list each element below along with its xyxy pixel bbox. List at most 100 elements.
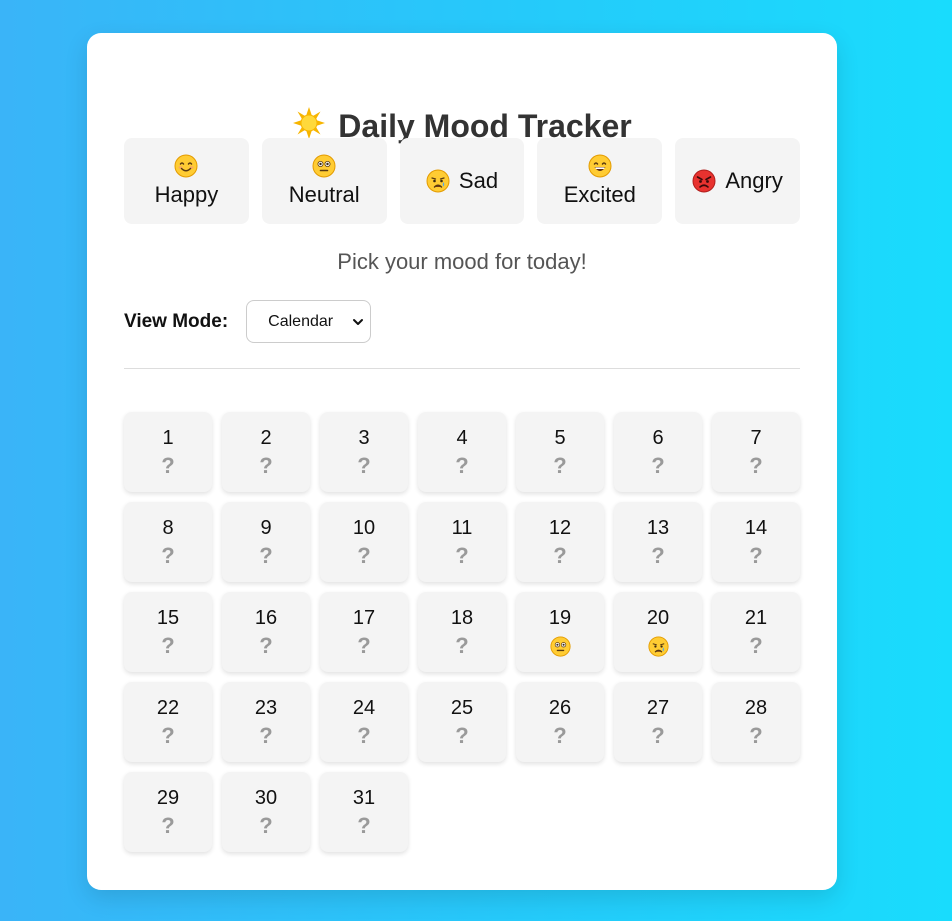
calendar-day[interactable]: 28? bbox=[712, 682, 800, 762]
smiling-face-icon bbox=[174, 154, 198, 178]
day-number: 28 bbox=[744, 697, 768, 719]
mood-button-happy[interactable]: Happy bbox=[124, 138, 249, 224]
mood-prompt: Pick your mood for today! bbox=[337, 249, 587, 274]
calendar-day[interactable]: 29? bbox=[124, 772, 212, 852]
calendar-day[interactable]: 3? bbox=[320, 412, 408, 492]
question-mark-icon: ? bbox=[651, 453, 665, 478]
calendar-day[interactable]: 31? bbox=[320, 772, 408, 852]
day-number: 23 bbox=[254, 697, 278, 719]
crying-face-icon bbox=[647, 635, 669, 657]
calendar-day[interactable]: 23? bbox=[222, 682, 310, 762]
calendar-day[interactable]: 27? bbox=[614, 682, 702, 762]
mood-button-excited[interactable]: Excited bbox=[537, 138, 663, 224]
day-number: 9 bbox=[260, 517, 272, 539]
view-mode-label: View Mode: bbox=[124, 310, 229, 332]
day-number: 8 bbox=[162, 517, 174, 539]
calendar-day[interactable]: 4? bbox=[418, 412, 506, 492]
question-mark-icon: ? bbox=[357, 543, 371, 568]
day-number: 2 bbox=[260, 427, 272, 449]
day-number: 22 bbox=[156, 697, 180, 719]
mood-label: Angry bbox=[725, 168, 783, 193]
calendar-day[interactable]: 17? bbox=[320, 592, 408, 672]
calendar-day[interactable]: 8? bbox=[124, 502, 212, 582]
day-number: 31 bbox=[352, 787, 376, 809]
question-mark-icon: ? bbox=[749, 633, 763, 658]
day-number: 1 bbox=[162, 427, 174, 449]
neutral-face-icon bbox=[549, 635, 571, 657]
divider bbox=[124, 368, 800, 369]
mood-label: Sad bbox=[458, 168, 499, 193]
calendar-day[interactable]: 6? bbox=[614, 412, 702, 492]
calendar-day[interactable]: 13? bbox=[614, 502, 702, 582]
day-number: 16 bbox=[254, 607, 278, 629]
calendar-day[interactable]: 22? bbox=[124, 682, 212, 762]
question-mark-icon: ? bbox=[749, 543, 763, 568]
day-number: 20 bbox=[646, 607, 670, 629]
calendar-day[interactable]: 24? bbox=[320, 682, 408, 762]
question-mark-icon: ? bbox=[455, 633, 469, 658]
day-number: 4 bbox=[456, 427, 468, 449]
calendar-day[interactable]: 9? bbox=[222, 502, 310, 582]
mood-button-angry[interactable]: Angry bbox=[675, 138, 800, 224]
calendar-day[interactable]: 2? bbox=[222, 412, 310, 492]
calendar-day[interactable]: 7? bbox=[712, 412, 800, 492]
calendar-day[interactable]: 26? bbox=[516, 682, 604, 762]
question-mark-icon: ? bbox=[749, 723, 763, 748]
question-mark-icon: ? bbox=[455, 543, 469, 568]
day-number: 17 bbox=[352, 607, 376, 629]
view-mode-select[interactable]: Calendar bbox=[246, 300, 372, 343]
calendar-day[interactable]: 30? bbox=[222, 772, 310, 852]
calendar-day[interactable]: 5? bbox=[516, 412, 604, 492]
chevron-down-icon bbox=[352, 316, 364, 328]
calendar-day[interactable]: 14? bbox=[712, 502, 800, 582]
question-mark-icon: ? bbox=[259, 723, 273, 748]
question-mark-icon: ? bbox=[161, 453, 175, 478]
question-mark-icon: ? bbox=[259, 813, 273, 838]
day-number: 26 bbox=[548, 697, 572, 719]
calendar-day[interactable]: 11? bbox=[418, 502, 506, 582]
question-mark-icon: ? bbox=[259, 633, 273, 658]
view-mode-selected: Calendar bbox=[268, 312, 334, 330]
day-number: 18 bbox=[450, 607, 474, 629]
question-mark-icon: ? bbox=[161, 543, 175, 568]
question-mark-icon: ? bbox=[357, 633, 371, 658]
mood-label: Neutral bbox=[288, 182, 360, 207]
day-number: 30 bbox=[254, 787, 278, 809]
calendar-day[interactable]: 19 bbox=[516, 592, 604, 672]
calendar-day[interactable]: 10? bbox=[320, 502, 408, 582]
angry-face-icon bbox=[692, 169, 716, 193]
mood-picker: Happy Neutral Sad Excited Angry bbox=[124, 138, 800, 224]
mood-button-sad[interactable]: Sad bbox=[399, 138, 525, 224]
calendar-grid: 1? 2? 3? 4? 5? 6? 7? 8? 9? 10? 11? 12? 13? 14? 15? 16? 1… bbox=[124, 412, 800, 852]
question-mark-icon: ? bbox=[161, 813, 175, 838]
calendar-day[interactable]: 16? bbox=[222, 592, 310, 672]
calendar-day[interactable]: 18? bbox=[418, 592, 506, 672]
question-mark-icon: ? bbox=[357, 813, 371, 838]
mood-button-neutral[interactable]: Neutral bbox=[261, 138, 387, 224]
calendar-day[interactable]: 25? bbox=[418, 682, 506, 762]
question-mark-icon: ? bbox=[357, 723, 371, 748]
day-number: 21 bbox=[744, 607, 768, 629]
question-mark-icon: ? bbox=[553, 543, 567, 568]
day-number: 19 bbox=[548, 607, 572, 629]
day-number: 7 bbox=[750, 427, 762, 449]
day-number: 24 bbox=[352, 697, 376, 719]
question-mark-icon: ? bbox=[749, 453, 763, 478]
calendar-day[interactable]: 20 bbox=[614, 592, 702, 672]
calendar-day[interactable]: 1? bbox=[124, 412, 212, 492]
grinning-face-icon bbox=[588, 154, 612, 178]
day-number: 10 bbox=[352, 517, 376, 539]
question-mark-icon: ? bbox=[357, 453, 371, 478]
calendar-day[interactable]: 15? bbox=[124, 592, 212, 672]
question-mark-icon: ? bbox=[651, 723, 665, 748]
question-mark-icon: ? bbox=[553, 453, 567, 478]
day-number: 27 bbox=[646, 697, 670, 719]
day-number: 14 bbox=[744, 517, 768, 539]
view-mode-control: View Mode: Calendar bbox=[124, 300, 372, 343]
day-number: 29 bbox=[156, 787, 180, 809]
question-mark-icon: ? bbox=[259, 543, 273, 568]
question-mark-icon: ? bbox=[455, 453, 469, 478]
calendar-day[interactable]: 21? bbox=[712, 592, 800, 672]
day-number: 13 bbox=[646, 517, 670, 539]
calendar-day[interactable]: 12? bbox=[516, 502, 604, 582]
